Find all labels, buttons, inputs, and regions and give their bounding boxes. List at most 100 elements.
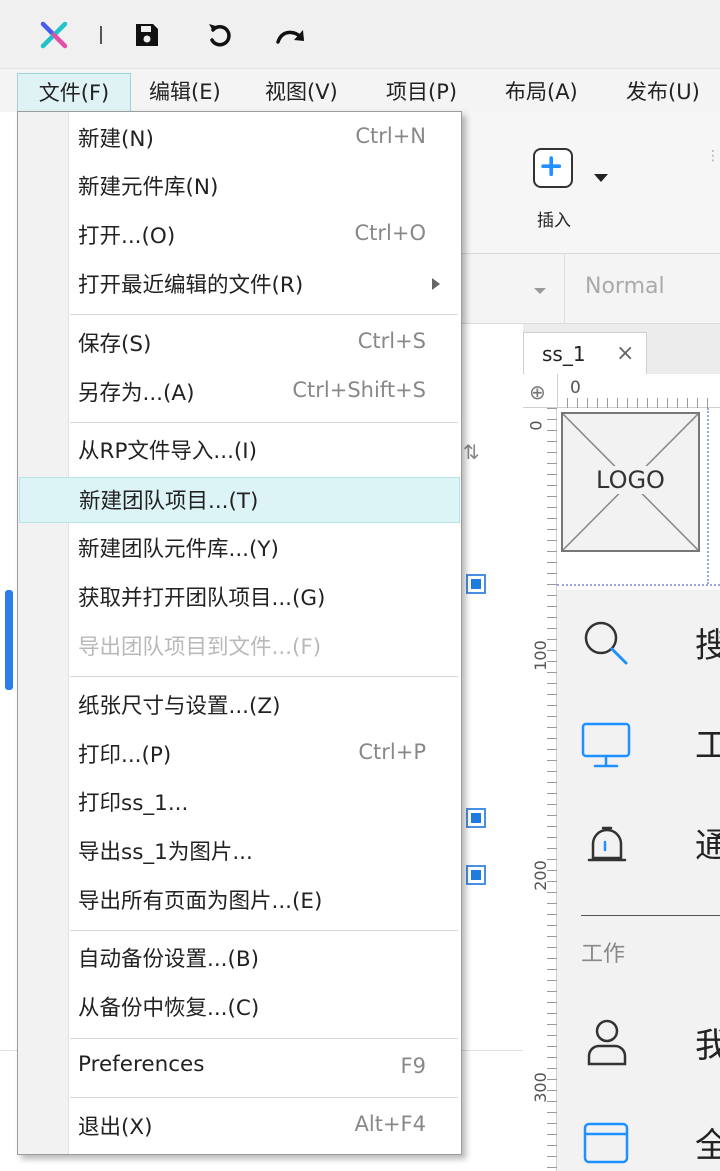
panel-sort-icon[interactable]: ⇅ [463, 440, 480, 464]
menu-item-export-all-images[interactable]: 导出所有页面为图片...(E) [19, 878, 460, 924]
menu-item-label: 新建元件库(N) [78, 175, 219, 200]
menu-item-shortcut: F9 [400, 1054, 426, 1078]
tab-label: ss_1 [542, 342, 586, 366]
menu-item-new-team-project[interactable]: 新建团队项目...(T) [19, 477, 460, 523]
insert-button[interactable] [533, 148, 573, 188]
tab-ss1[interactable]: ss_1 × [523, 332, 647, 374]
menu-item-label: 打开...(O) [78, 224, 176, 249]
format-bar: Normal [460, 254, 720, 324]
menu-item-print[interactable]: 打印...(P) Ctrl+P [19, 732, 460, 778]
panel-checkbox[interactable] [466, 865, 486, 885]
crosshair-icon[interactable]: ⊕ [529, 380, 546, 404]
title-separator [100, 26, 102, 44]
menu-item-label: 另存为...(A) [78, 381, 195, 406]
plus-icon [541, 156, 562, 177]
nav-divider [581, 915, 720, 916]
menu-item-preferences[interactable]: Preferences F9 [19, 1046, 460, 1092]
submenu-arrow-icon [432, 278, 440, 290]
main-toolbar: 插入 ⋮ [460, 112, 720, 254]
ruler-left: 0 100 200 300 [523, 408, 557, 1171]
ruler-top-zero: 0 [570, 378, 581, 398]
ruler-left-zero: 0 [526, 420, 546, 431]
ruler-ticks [567, 398, 717, 408]
redo-icon[interactable] [274, 18, 308, 52]
save-icon[interactable] [130, 18, 164, 52]
nav-all-label[interactable]: 全 [695, 1118, 720, 1167]
menu-separator [70, 930, 458, 931]
menu-item-get-team-project[interactable]: 获取并打开团队项目...(G) [19, 575, 460, 621]
style-select[interactable]: Normal [585, 274, 665, 299]
menu-item-label: 打印ss_1... [78, 791, 189, 816]
menu-item-label: 从备份中恢复...(C) [78, 996, 260, 1021]
menu-item-new-library[interactable]: 新建元件库(N) [19, 164, 460, 210]
ruler-ticks [547, 408, 557, 1171]
menu-item-shortcut: Ctrl+Shift+S [292, 378, 426, 402]
monitor-icon [581, 722, 631, 768]
panel-scrollbar[interactable] [5, 590, 13, 690]
menu-project[interactable]: 项目(P) [384, 73, 459, 111]
menu-item-label: 从RP文件导入...(I) [78, 439, 258, 464]
menu-separator [70, 314, 458, 315]
ruler-top: ⊕ 0 [523, 374, 720, 408]
format-divider [564, 254, 565, 324]
menu-item-print-page[interactable]: 打印ss_1... [19, 780, 460, 826]
nav-notify-label[interactable]: 通 [695, 818, 720, 867]
nav-search-label[interactable]: 搜 [695, 618, 720, 667]
menu-item-shortcut: Ctrl+S [357, 329, 426, 353]
close-icon[interactable]: × [616, 341, 634, 366]
insert-label: 插入 [537, 211, 571, 231]
document-tabs: ss_1 × [523, 324, 720, 374]
menu-item-export-team-project: 导出团队项目到文件...(F) [19, 624, 460, 670]
menu-bar: 文件(F) 编辑(E) 视图(V) 项目(P) 布局(A) 发布(U) [0, 68, 720, 112]
toolbar-partial-icon: ⋮ [706, 148, 720, 164]
menu-item-label: 导出ss_1为图片... [78, 840, 253, 865]
menu-item-save-as[interactable]: 另存为...(A) Ctrl+Shift+S [19, 370, 460, 416]
menu-item-label: 退出(X) [78, 1115, 153, 1140]
menu-item-export-page-image[interactable]: 导出ss_1为图片... [19, 829, 460, 875]
undo-icon[interactable] [203, 18, 237, 52]
menu-file[interactable]: 文件(F) [17, 73, 131, 111]
menu-item-label: 新建团队元件库...(Y) [78, 537, 279, 562]
menu-item-label: 新建团队项目...(T) [79, 489, 259, 514]
title-bar [0, 0, 720, 68]
menu-item-auto-backup[interactable]: 自动备份设置...(B) [19, 936, 460, 982]
ruler-corner-divider [557, 374, 558, 408]
menu-item-new[interactable]: 新建(N) Ctrl+N [19, 116, 460, 162]
menu-item-label: 纸张尺寸与设置...(Z) [78, 694, 281, 719]
window-icon [583, 1122, 629, 1164]
file-menu-dropdown: 新建(N) Ctrl+N 新建元件库(N) 打开...(O) Ctrl+O 打开… [17, 111, 462, 1155]
menu-view[interactable]: 视图(V) [263, 73, 340, 111]
menu-item-label: 导出团队项目到文件...(F) [78, 635, 322, 660]
nav-mine-label[interactable]: 我 [695, 1018, 720, 1067]
menu-item-open[interactable]: 打开...(O) Ctrl+O [19, 213, 460, 259]
menu-item-save[interactable]: 保存(S) Ctrl+S [19, 321, 460, 367]
menu-item-page-setup[interactable]: 纸张尺寸与设置...(Z) [19, 683, 460, 729]
dotted-guide [557, 584, 720, 586]
menu-item-shortcut: Ctrl+P [358, 740, 426, 764]
menu-item-label: 自动备份设置...(B) [78, 947, 260, 972]
logo-placeholder[interactable]: LOGO [561, 412, 700, 552]
menu-separator [70, 422, 458, 423]
side-nav-preview: 搜 工 通 工作 我 全 [557, 590, 720, 1171]
menu-item-shortcut: Alt+F4 [354, 1112, 426, 1136]
logo-text: LOGO [563, 466, 698, 494]
menu-item-label: 打开最近编辑的文件(R) [78, 273, 304, 298]
menu-item-new-team-library[interactable]: 新建团队元件库...(Y) [19, 526, 460, 572]
menu-item-open-recent[interactable]: 打开最近编辑的文件(R) [19, 262, 460, 308]
chevron-down-icon[interactable] [594, 174, 608, 182]
menu-separator [70, 1097, 458, 1098]
panel-checkbox[interactable] [466, 808, 486, 828]
menu-item-restore-backup[interactable]: 从备份中恢复...(C) [19, 985, 460, 1031]
chevron-down-icon[interactable] [534, 288, 546, 294]
menu-layout[interactable]: 布局(A) [503, 73, 580, 111]
bell-icon [587, 826, 627, 862]
menu-separator [70, 1038, 458, 1039]
menu-item-import-rp[interactable]: 从RP文件导入...(I) [19, 428, 460, 474]
search-icon [584, 621, 628, 665]
menu-item-exit[interactable]: 退出(X) Alt+F4 [19, 1104, 460, 1150]
menu-item-label: 打印...(P) [78, 743, 172, 768]
menu-publish[interactable]: 发布(U) [624, 73, 702, 111]
menu-edit[interactable]: 编辑(E) [147, 73, 223, 111]
panel-checkbox[interactable] [466, 574, 486, 594]
nav-work-label[interactable]: 工 [695, 718, 720, 767]
